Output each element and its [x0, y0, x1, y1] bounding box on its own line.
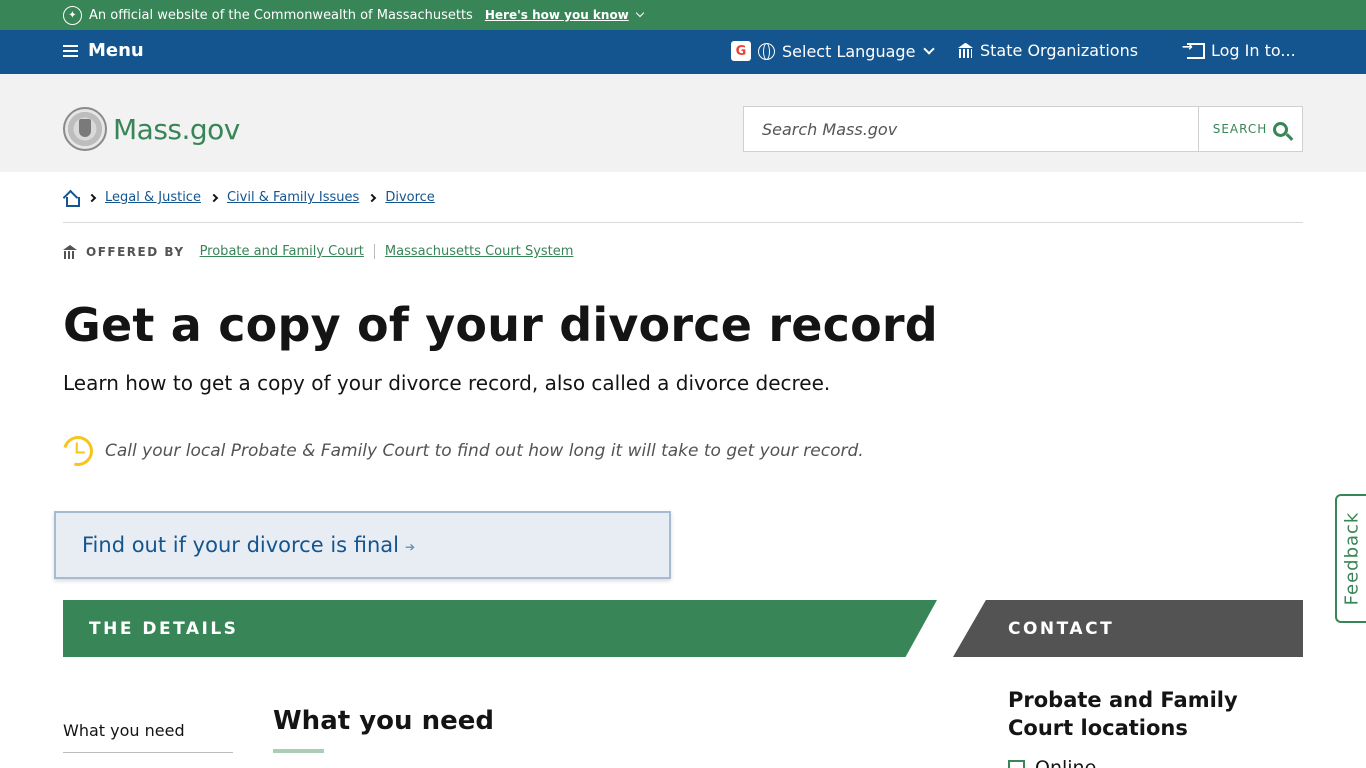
arrow-right-icon: ➔ [405, 539, 416, 554]
logo-text: Mass.gov [113, 112, 240, 146]
chevron-right-icon [368, 193, 377, 202]
state-seal-icon: ✦ [63, 5, 82, 25]
contact-band: CONTACT [953, 600, 1303, 657]
feedback-tab[interactable]: Feedback [1335, 494, 1366, 623]
how-you-know-link[interactable]: Here's how you know [484, 8, 645, 22]
hamburger-icon [63, 44, 78, 57]
contact-heading: Probate and Family Court locations [1008, 688, 1238, 740]
time-notice: Call your local Probate & Family Court t… [57, 430, 864, 472]
org-link-probate-family-court[interactable]: Probate and Family Court [200, 244, 364, 259]
contact-item-label: Online [1035, 757, 1097, 768]
page-subtitle: Learn how to get a copy of your divorce … [63, 371, 831, 395]
heading-underline [273, 749, 324, 753]
toc-item-what-you-need[interactable]: What you need [63, 721, 233, 753]
select-language-label: Select Language [782, 41, 916, 61]
section-heading: What you need [273, 706, 494, 736]
offered-by-label: OFFERED BY [86, 244, 185, 259]
breadcrumb-civil-family-issues[interactable]: Civil & Family Issues [227, 190, 359, 205]
contact-band-label: CONTACT [1008, 618, 1115, 639]
official-banner-text: An official website of the Commonwealth … [89, 7, 473, 23]
building-icon [958, 43, 973, 58]
state-organizations-label: State Organizations [980, 41, 1139, 60]
time-notice-text: Call your local Probate & Family Court t… [105, 441, 864, 461]
login-label: Log In to... [1211, 41, 1296, 60]
page-title: Get a copy of your divorce record [63, 298, 938, 352]
details-band: THE DETAILS [63, 600, 937, 657]
state-seal-icon [63, 107, 107, 151]
search-button-label: SEARCH [1212, 122, 1268, 136]
org-separator [373, 244, 375, 259]
search-button[interactable]: SEARCH [1199, 107, 1302, 151]
search-icon [1273, 121, 1289, 137]
clock-icon [57, 430, 99, 472]
find-out-divorce-final-link[interactable]: Find out if your divorce is final ➔ [54, 511, 671, 579]
contact-item-online[interactable]: Online [1008, 757, 1096, 768]
checkbox-icon [1008, 759, 1025, 768]
select-language-button[interactable]: G Select Language [731, 41, 936, 61]
chevron-right-icon [87, 193, 97, 202]
cta-label: Find out if your divorce is final [82, 533, 400, 557]
breadcrumb-divider [63, 222, 1303, 223]
feedback-label: Feedback [1341, 511, 1363, 606]
search-input[interactable] [744, 107, 1199, 151]
site-header: Mass.gov SEARCH [0, 74, 1366, 172]
google-translate-icon: G [731, 41, 751, 61]
mass-gov-logo[interactable]: Mass.gov [63, 107, 240, 151]
state-organizations-button[interactable]: State Organizations [958, 41, 1138, 60]
chevron-right-icon [209, 193, 219, 202]
breadcrumb: Legal & Justice Civil & Family Issues Di… [63, 190, 435, 207]
chevron-down-icon [635, 8, 645, 18]
login-button[interactable]: Log In to... [1182, 40, 1296, 61]
breadcrumb-legal-justice[interactable]: Legal & Justice [105, 190, 201, 205]
offered-by: OFFERED BY Probate and Family Court Mass… [63, 244, 573, 259]
search-form: SEARCH [743, 106, 1303, 152]
org-link-massachusetts-court-system[interactable]: Massachusetts Court System [385, 244, 574, 259]
details-band-label: THE DETAILS [89, 618, 239, 639]
home-icon[interactable] [63, 190, 80, 207]
menu-label: Menu [88, 40, 144, 61]
official-banner: ✦ An official website of the Commonwealt… [0, 0, 1366, 30]
utility-nav: Menu G Select Language State Organizatio… [0, 30, 1366, 74]
how-you-know-label: Here's how you know [484, 8, 629, 22]
menu-button[interactable]: Menu [63, 40, 144, 61]
chevron-down-icon [923, 42, 936, 55]
globe-icon [758, 42, 775, 60]
login-icon [1182, 40, 1205, 59]
building-icon [63, 244, 77, 259]
breadcrumb-divorce[interactable]: Divorce [385, 190, 434, 205]
